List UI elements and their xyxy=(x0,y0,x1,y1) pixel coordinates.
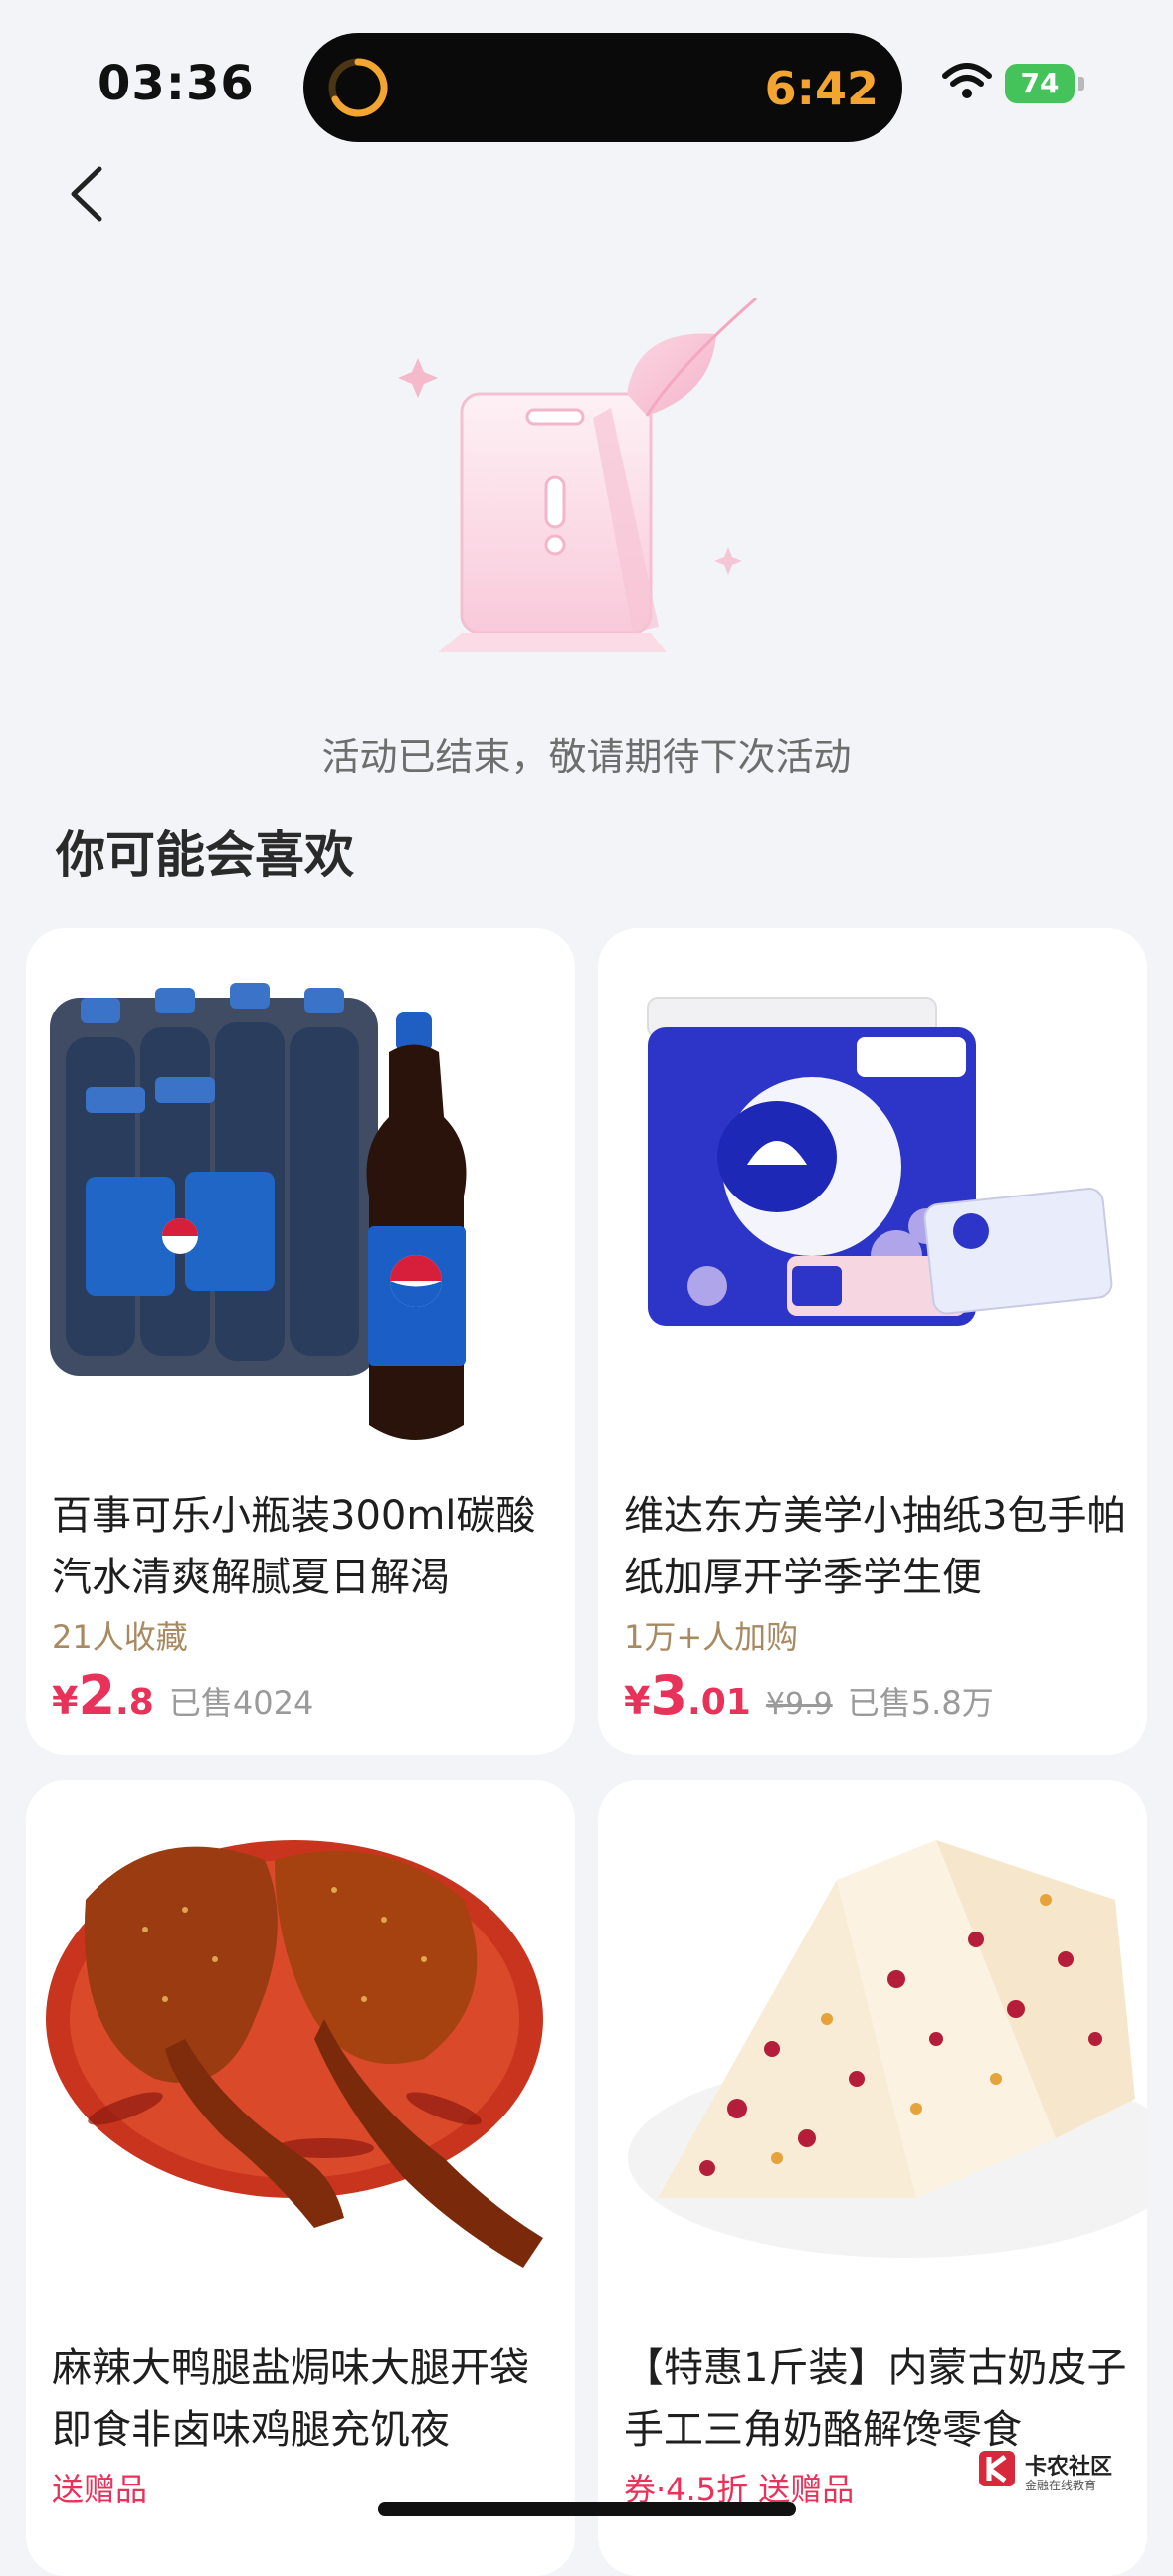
product-image-pepsi xyxy=(26,928,575,1445)
product-image-milk-cheese xyxy=(598,1780,1147,2298)
back-chevron-icon[interactable] xyxy=(60,159,119,229)
home-indicator[interactable] xyxy=(378,2502,796,2516)
battery-nub xyxy=(1078,77,1084,91)
recommend-section-title: 你可能会喜欢 xyxy=(56,827,354,884)
island-timer: 6:42 xyxy=(764,62,879,115)
timer-ring-icon xyxy=(328,58,388,117)
wifi-icon xyxy=(942,63,992,98)
product-title: 【特惠1斤装】内蒙古奶皮子手工三角奶酪解馋零食 xyxy=(624,2345,1127,2453)
product-card[interactable]: 维达东方美学小抽纸3包手帕纸加厚开学季学生便 1万+人加购 ¥3.01 ¥9.9… xyxy=(598,928,1147,1755)
kanong-logo-icon xyxy=(979,2451,1015,2486)
price-row: ¥3.01 ¥9.9 已售5.8万 xyxy=(624,1664,994,1727)
sold-count: 已售4024 xyxy=(168,1684,314,1722)
product-title: 百事可乐小瓶装300ml碳酸汽水清爽解腻夏日解渴 xyxy=(52,1493,536,1600)
watermark-logo: 卡农社区 金融在线教育 xyxy=(975,2445,1124,2494)
product-tag: 1万+人加购 xyxy=(624,1618,799,1656)
sold-count: 已售5.8万 xyxy=(847,1684,994,1722)
product-image-tissue xyxy=(598,928,1147,1445)
price-integer: 2 xyxy=(78,1664,116,1727)
price-decimal: .8 xyxy=(115,1682,154,1723)
product-image-duck-leg xyxy=(26,1780,575,2298)
product-card[interactable]: 百事可乐小瓶装300ml碳酸汽水清爽解腻夏日解渴 21人收藏 ¥2.8 已售40… xyxy=(26,928,575,1755)
price-decimal: .01 xyxy=(687,1682,751,1723)
product-card[interactable]: 麻辣大鸭腿盐焗味大腿开袋即食非卤味鸡腿充饥夜 送赠品 xyxy=(26,1780,575,2576)
activity-ended-message: 活动已结束，敬请期待下次活动 xyxy=(321,735,852,779)
activity-ended-illustration xyxy=(398,298,757,652)
status-bar: 03:36 6:42 74 xyxy=(0,0,1173,169)
battery-icon: 74 xyxy=(1005,64,1075,103)
original-price: ¥9.9 xyxy=(765,1687,833,1722)
price-currency: ¥ xyxy=(52,1679,79,1723)
watermark-sub: 金融在线教育 xyxy=(1025,2479,1097,2492)
product-tag: 21人收藏 xyxy=(52,1618,188,1656)
product-title: 维达东方美学小抽纸3包手帕纸加厚开学季学生便 xyxy=(624,1493,1127,1600)
price-integer: 3 xyxy=(650,1664,688,1727)
product-title: 麻辣大鸭腿盐焗味大腿开袋即食非卤味鸡腿充饥夜 xyxy=(52,2345,529,2453)
price-currency: ¥ xyxy=(624,1679,651,1723)
product-tag: 送赠品 xyxy=(52,2471,148,2508)
status-time: 03:36 xyxy=(98,56,255,111)
price-row: ¥2.8 已售4024 xyxy=(52,1664,314,1727)
dynamic-island[interactable]: 6:42 xyxy=(303,33,902,142)
